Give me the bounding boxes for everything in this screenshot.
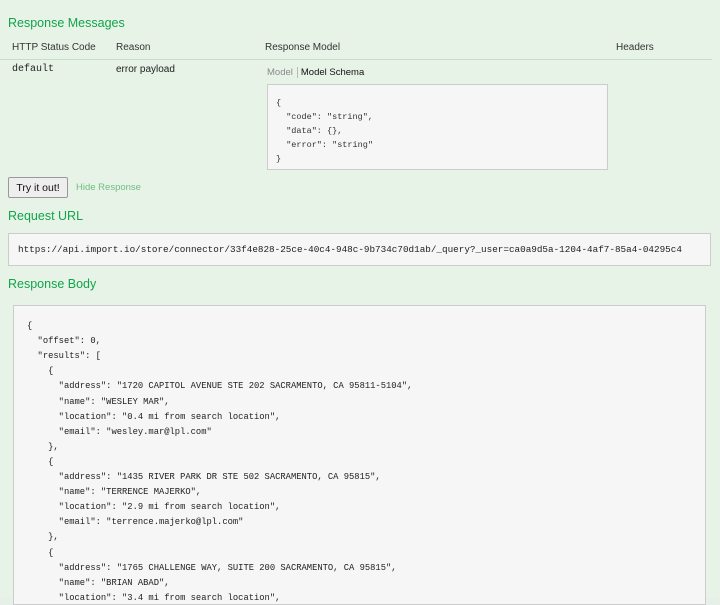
try-it-out-button[interactable]: Try it out! (8, 177, 68, 198)
response-body-line: }, (27, 441, 59, 452)
response-body-line: "address": "1435 RIVER PARK DR STE 502 S… (27, 472, 381, 482)
schema-line: "error": "string" (276, 140, 373, 150)
response-body-line: { (27, 547, 54, 558)
response-body-line: "name": "BRIAN ABAD", (27, 577, 170, 588)
header-headers: Headers (616, 42, 654, 53)
header-response-model: Response Model (265, 42, 341, 53)
response-body-line: { (27, 456, 54, 467)
schema-line: } (276, 154, 282, 164)
schema-line: "data": {}, (276, 126, 343, 136)
hide-response-link[interactable]: Hide Response (76, 182, 141, 193)
model-schema-box: { "code": "string", "data": {}, "error":… (267, 84, 608, 170)
response-body-box[interactable]: { "offset": 0, "results": [ { "address":… (13, 305, 706, 605)
response-body-line: { (27, 366, 54, 377)
response-body-line: "name": "WESLEY MAR", (27, 396, 170, 407)
status-code-cell: default (12, 64, 55, 75)
response-body-line: }, (27, 532, 59, 543)
response-body-line: "offset": 0, (27, 336, 101, 347)
response-body-line: "address": "1765 CHALLENGE WAY, SUITE 20… (27, 562, 397, 573)
tab-model[interactable]: Model (267, 67, 298, 78)
schema-line: { (276, 98, 282, 108)
request-url-box: https://api.import.io/store/connector/33… (8, 233, 711, 266)
response-panel: Response Messages HTTP Status Code Reaso… (0, 0, 720, 605)
header-status-code: HTTP Status Code (12, 42, 96, 53)
table-header-divider (0, 59, 712, 60)
response-messages-title: Response Messages (8, 16, 125, 30)
response-body-line: "email": "wesley.mar@lpl.com" (27, 426, 212, 437)
response-body-line: "results": [ (27, 351, 101, 362)
model-tabs: Model Model Schema (267, 67, 364, 78)
response-body-line: "address": "1720 CAPITOL AVENUE STE 202 … (27, 381, 413, 392)
response-body-line: "location": "0.4 mi from search location… (27, 411, 281, 422)
response-body-line: "location": "2.9 mi from search location… (27, 502, 281, 513)
response-body-line: { (27, 321, 33, 331)
reason-cell: error payload (116, 64, 175, 75)
response-body-title: Response Body (8, 277, 97, 291)
header-reason: Reason (116, 42, 151, 53)
tab-model-schema[interactable]: Model Schema (298, 67, 364, 78)
request-url-title: Request URL (8, 209, 84, 223)
response-body-line: "name": "TERRENCE MAJERKO", (27, 487, 202, 498)
response-body-line: "email": "terrence.majerko@lpl.com" (27, 517, 244, 528)
schema-line: "code": "string", (276, 112, 373, 122)
